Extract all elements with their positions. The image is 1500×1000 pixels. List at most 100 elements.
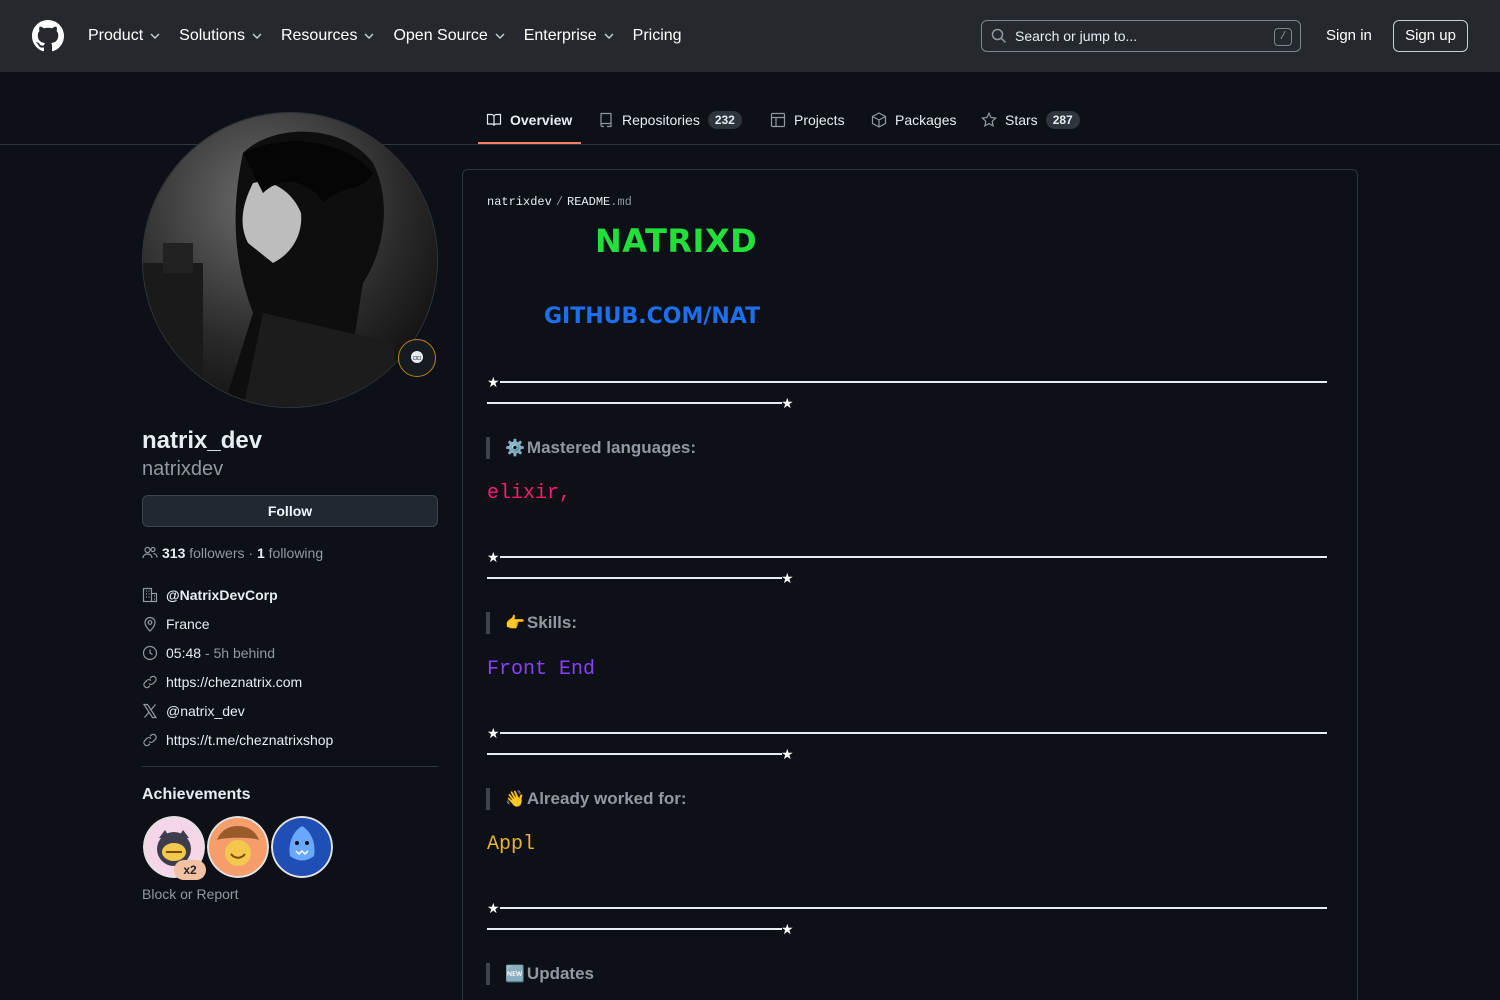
package-icon [871,112,887,128]
chevron-down-icon [150,33,160,39]
blockquote-bar [486,437,490,459]
x-handle-link[interactable]: @natrix_dev [166,703,245,719]
divider-star-icon: ★ [781,921,794,937]
global-nav: Product Solutions Resources Open Source … [88,0,700,72]
blockquote-bar [486,612,490,634]
nav-pricing[interactable]: Pricing [633,27,682,45]
vcard-website[interactable]: https://cheznatrix.com [142,672,438,692]
skills-typing-text: Front End [487,658,596,681]
readme-owner-link[interactable]: natrixdev [487,195,552,209]
readme-file-name: README [567,195,611,209]
vcard-location: France [142,614,438,634]
follow-button[interactable]: Follow [142,495,438,527]
stars-count-badge: 287 [1045,111,1080,129]
location-text: France [166,616,210,632]
repo-count-badge: 232 [707,111,742,129]
organization-icon [142,587,158,603]
readme-file-ext: .md [610,195,632,209]
following-link[interactable]: 1 following [257,545,323,561]
following-count: 1 [256,545,265,561]
avatar-image [143,113,437,407]
sign-up-button[interactable]: Sign up [1393,20,1468,52]
search-input[interactable]: Search or jump to... / [981,20,1301,52]
tab-label: Packages [895,112,957,128]
section-heading-text: Mastered languages: [526,438,697,457]
tab-label: Projects [794,112,845,128]
vcard-telegram[interactable]: https://t.me/cheznatrixshop [142,730,438,750]
section-heading-languages: ⚙️ Mastered languages: [505,438,696,458]
readme-file-link[interactable]: README.md [567,195,632,209]
divider-star-icon: ★ [487,549,500,565]
book-icon [486,113,502,126]
nav-solutions[interactable]: Solutions [179,27,263,45]
nav-open-source[interactable]: Open Source [393,27,505,45]
waving-hand-icon: 👋 [505,791,525,808]
gear-icon: ⚙️ [505,440,525,457]
search-icon [991,28,1007,44]
nav-resources[interactable]: Resources [281,27,375,45]
star-icon [981,112,997,128]
avatar[interactable] [142,112,438,408]
status-emoji-badge[interactable] [398,339,436,377]
tab-packages[interactable]: Packages [871,110,956,130]
chevron-down-icon [495,33,505,39]
nav-product[interactable]: Product [88,27,161,45]
section-heading-text: Already worked for: [526,789,687,808]
achievement-shark-icon [271,816,333,878]
new-badge-icon: 🆕 [505,966,525,983]
divider-star-icon: ★ [487,374,500,390]
readme-title-typing: NATRIXD [595,222,758,260]
followers-link[interactable]: 313 followers [162,545,245,561]
time-offset-text: - 5h behind [204,645,275,661]
readme-card [462,169,1358,1000]
readme-path: natrixdev / README.md [487,195,632,209]
divider-star-icon: ★ [781,395,794,411]
followers-label: followers [189,545,245,561]
separator-dot: · [248,545,254,561]
blockquote-bar [486,788,490,810]
divider-line [500,556,1327,558]
tab-overview[interactable]: Overview [486,110,572,130]
pointing-hand-icon: 👉 [505,615,525,632]
organization-name: @NatrixDevCorp [166,587,278,603]
path-separator: / [555,195,564,209]
clock-icon [142,645,158,661]
achievement-badge-shark[interactable] [271,816,333,878]
vcard-x-account[interactable]: @natrix_dev [142,701,438,721]
divider-line [500,381,1327,383]
chevron-down-icon [364,33,374,39]
achievement-badge-quickdraw[interactable] [207,816,269,878]
worked-for-typing-text: Appl [487,833,536,856]
nav-enterprise[interactable]: Enterprise [524,27,615,45]
tab-stars[interactable]: Stars 287 [981,110,1080,130]
sidebar-divider [142,766,438,767]
nav-label: Resources [280,27,358,44]
active-tab-indicator [478,142,581,144]
section-heading-text: Updates [526,964,594,983]
github-mark-icon[interactable] [32,20,64,52]
link-icon [143,675,157,689]
block-or-report-link[interactable]: Block or Report [142,886,238,902]
vcard-organization[interactable]: @NatrixDevCorp [142,585,438,605]
divider-line [487,577,782,579]
achievement-multiplier-badge: x2 [174,860,206,880]
section-heading-skills: 👉 Skills: [505,613,577,633]
website-link[interactable]: https://cheznatrix.com [166,674,302,690]
divider-line [500,907,1327,909]
achievements-heading[interactable]: Achievements [142,786,251,804]
sign-in-link[interactable]: Sign in [1326,27,1372,44]
tab-projects[interactable]: Projects [770,110,845,130]
telegram-link[interactable]: https://t.me/cheznatrixshop [166,732,333,748]
table-icon [770,112,786,128]
profile-display-name: natrix_dev [142,427,263,454]
divider-line [500,732,1327,734]
section-heading-updates: 🆕 Updates [505,964,594,984]
nav-label: Open Source [393,27,488,44]
x-logo-icon [142,703,158,719]
people-icon [142,546,158,559]
following-label: following [268,545,324,561]
divider-line [487,402,782,404]
octocat-status-icon [411,351,423,363]
tab-label: Overview [510,112,573,128]
tab-repositories[interactable]: Repositories 232 [598,110,742,130]
